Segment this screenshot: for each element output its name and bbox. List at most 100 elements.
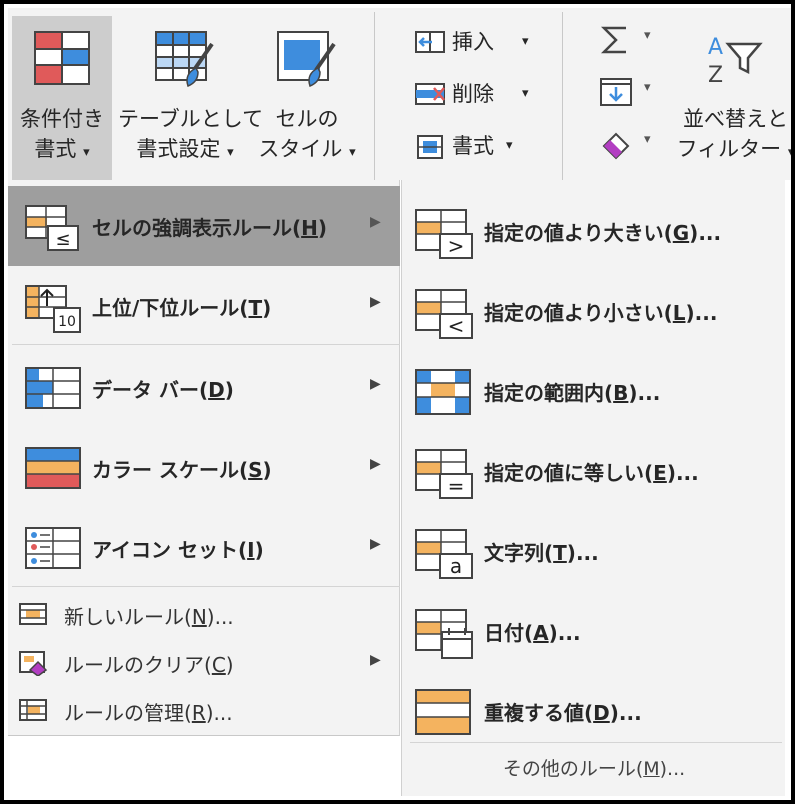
manage-rules-icon	[19, 699, 47, 721]
label-end: )	[225, 653, 234, 677]
submenu-item-text-contains[interactable]: a 文字列(T)...	[402, 510, 786, 590]
label-line1: セルの	[275, 107, 339, 131]
calendar-icon	[415, 609, 473, 659]
delete-cells-icon	[415, 83, 445, 105]
submenu-item-equal-to[interactable]: = 指定の値に等しい(E)...	[402, 430, 786, 510]
access-key: T	[248, 296, 263, 320]
insert-cells-icon	[415, 31, 445, 53]
date-occurring-label: 日付(A)...	[484, 617, 581, 646]
data-bars-icon	[25, 367, 81, 409]
submenu-arrow-icon: ▶	[370, 652, 381, 668]
submenu-arrow-icon: ▶	[370, 294, 381, 310]
label-end: )	[262, 296, 272, 320]
menu-divider	[410, 742, 782, 743]
label-text: 文字列(	[484, 541, 554, 565]
label-end: )...	[685, 301, 718, 325]
menu-item-data-bars[interactable]: データ バー(D) ▶	[8, 348, 400, 428]
insert-label: 挿入	[452, 30, 494, 54]
label-end: )...	[205, 701, 233, 725]
access-key: H	[301, 216, 318, 240]
eraser-icon	[602, 132, 630, 160]
access-key: B	[613, 381, 629, 405]
menu-item-manage-rules[interactable]: ルールの管理(R)...	[8, 686, 400, 734]
format-cells-icon	[417, 135, 443, 159]
conditional-formatting-icon	[34, 31, 90, 85]
sort-filter-button[interactable]: A Z 並べ替えと フィルター ▾	[676, 16, 791, 180]
less-than-label: 指定の値より小さい(L)...	[484, 297, 717, 326]
format-as-table-icon	[155, 31, 214, 87]
label-end: )...	[206, 605, 234, 629]
label-end: )	[254, 538, 264, 562]
label-end: )...	[659, 758, 686, 780]
fill-button[interactable]: ▾	[598, 72, 662, 116]
label-text: ルールの管理(	[64, 701, 192, 725]
label-end: )...	[566, 541, 599, 565]
submenu-item-between[interactable]: 指定の範囲内(B)...	[402, 350, 786, 430]
menu-item-color-scales[interactable]: カラー スケール(S) ▶	[8, 428, 400, 508]
menu-item-clear-rules[interactable]: ルールのクリア(C) ▶	[8, 638, 400, 686]
label-end: )...	[609, 701, 642, 725]
access-key: A	[533, 621, 549, 645]
submenu-arrow-icon: ▶	[370, 376, 381, 392]
label-text: セルの強調表示ルール(	[92, 216, 302, 240]
insert-button[interactable]: 挿入 ▾	[406, 20, 556, 64]
access-key: T	[553, 541, 567, 565]
access-key: N	[191, 605, 207, 629]
clear-button[interactable]: ▾	[598, 124, 662, 168]
menu-item-highlight-cells-rules[interactable]: ≤ セルの強調表示ルール(H) ▶	[8, 186, 400, 266]
conditional-formatting-button[interactable]: 条件付き 書式 ▾	[12, 16, 112, 180]
label-line2: スタイル	[258, 137, 343, 161]
new-rule-label: 新しいルール(N)...	[64, 601, 234, 630]
label-text: ルールのクリア(	[64, 653, 212, 677]
submenu-item-date-occurring[interactable]: 日付(A)...	[402, 590, 786, 670]
label-end: )...	[628, 381, 661, 405]
top-bottom-rules-icon: 10	[25, 285, 81, 333]
menu-item-top-bottom-rules[interactable]: 10 上位/下位ルール(T) ▶	[8, 266, 400, 346]
duplicate-values-label: 重複する値(D)...	[484, 697, 642, 726]
conditional-formatting-label: 条件付き 書式 ▾	[12, 104, 112, 168]
chevron-down-icon: ▾	[644, 132, 651, 147]
label-end: )	[224, 378, 234, 402]
access-key: I	[247, 538, 255, 562]
format-as-table-label: テーブルとして 書式設定 ▾	[118, 104, 263, 168]
access-key: C	[211, 653, 226, 677]
menu-item-icon-sets[interactable]: アイコン セット(I) ▶	[8, 508, 400, 588]
color-scales-icon	[25, 447, 81, 489]
menu-item-new-rule[interactable]: 新しいルール(N)...	[8, 590, 400, 638]
label-line2: 書式設定	[136, 137, 221, 161]
chevron-down-icon: ▾	[227, 145, 234, 160]
top-bottom-rules-label: 上位/下位ルール(T)	[92, 292, 271, 321]
chevron-down-icon: ▾	[349, 145, 356, 160]
format-label: 書式	[452, 134, 494, 158]
less-than-icon: <	[415, 289, 473, 339]
chevron-down-icon: ▾	[522, 86, 529, 101]
greater-than-label: 指定の値より大きい(G)...	[484, 217, 721, 246]
submenu-arrow-icon: ▶	[370, 456, 381, 472]
svg-text:10: 10	[58, 314, 76, 330]
screenshot-frame: 条件付き 書式 ▾ テーブルとして 書式設定 ▾ セルの スタイル ▾ 挿入 ▾…	[0, 0, 795, 804]
chevron-down-icon: ▾	[83, 145, 90, 160]
menu-divider	[12, 586, 400, 587]
access-key: D	[208, 378, 225, 402]
label-line2: 書式	[34, 137, 77, 161]
clear-rules-label: ルールのクリア(C)	[64, 649, 234, 678]
submenu-item-duplicate-values[interactable]: 重複する値(D)...	[402, 670, 786, 750]
highlight-cells-rules-icon: ≤	[25, 205, 79, 251]
submenu-item-more-rules[interactable]: その他のルール(M)...	[402, 754, 786, 781]
label-text: 指定の範囲内(	[484, 381, 614, 405]
format-as-table-button[interactable]: テーブルとして 書式設定 ▾	[118, 16, 263, 180]
text-contains-label: 文字列(T)...	[484, 537, 599, 566]
submenu-arrow-icon: ▶	[370, 536, 381, 552]
label-line2: フィルター	[676, 137, 782, 161]
submenu-item-greater-than[interactable]: > 指定の値より大きい(G)...	[402, 190, 786, 270]
submenu-item-less-than[interactable]: < 指定の値より小さい(L)...	[402, 270, 786, 350]
cell-styles-button[interactable]: セルの スタイル ▾	[254, 16, 360, 180]
cell-styles-label: セルの スタイル ▾	[254, 104, 360, 168]
label-end: )...	[666, 461, 699, 485]
autosum-button[interactable]: ▾	[598, 20, 662, 64]
access-key: M	[643, 758, 660, 780]
color-scales-label: カラー スケール(S)	[92, 454, 272, 483]
label-end: )	[317, 216, 328, 240]
delete-button[interactable]: 削除 ▾	[406, 72, 556, 116]
format-button[interactable]: 書式 ▾	[406, 124, 556, 168]
